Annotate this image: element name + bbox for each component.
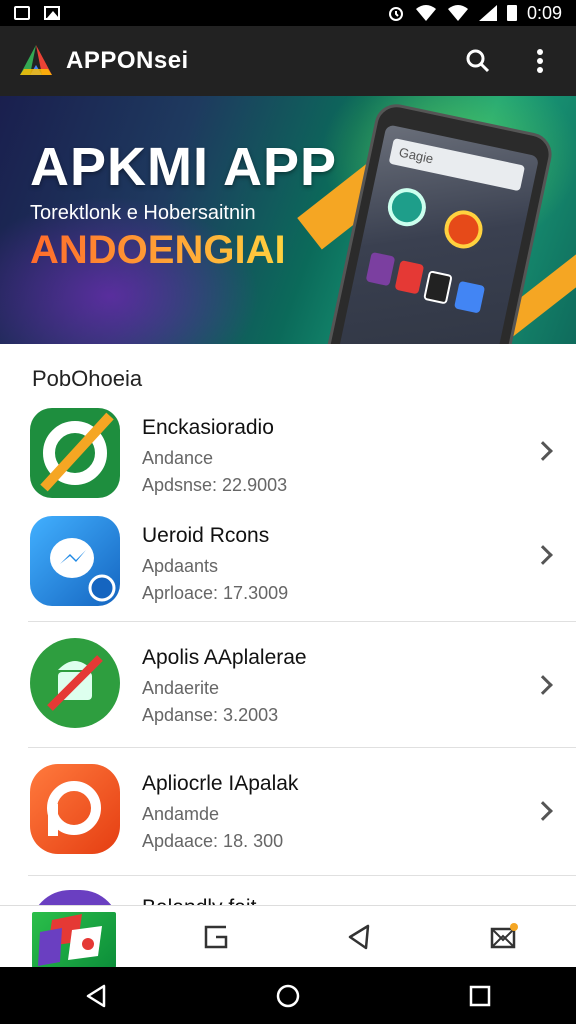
promo-banner[interactable]: APKMI APP Torektlonk e Hobersaitnin ANDO… [0, 96, 576, 344]
banner-headline: ANDOENGIAI [30, 228, 286, 272]
list-item[interactable]: Apliocrle IApalak Andamde Apdaace: 18. 3… [0, 748, 576, 876]
app-name: Apolis AAplalerae [142, 646, 307, 669]
screenshot-icon [14, 6, 30, 20]
recents-button[interactable] [460, 976, 500, 1016]
wifi-icon-2 [447, 5, 468, 21]
home-icon [276, 984, 300, 1007]
app-updated: Aprloace: 17.3009 [142, 583, 289, 603]
tab-thumbnail[interactable] [0, 906, 144, 968]
app-category: Andance [142, 448, 214, 468]
layout-icon [204, 925, 228, 948]
search-icon [466, 49, 490, 73]
slash-green-icon [30, 408, 120, 498]
app-bar: APPONsei [0, 26, 576, 96]
image-icon [44, 6, 60, 20]
app-category: Apdaants [142, 556, 219, 576]
thumbnail-image [32, 911, 116, 968]
screen: 0:09 APPONsei APKMI APP Torektlonk e Hob… [0, 0, 576, 1024]
status-time: 0:09 [526, 2, 562, 23]
chevron-right-icon [533, 801, 553, 821]
banner-title: APKMI APP [30, 137, 338, 197]
system-nav-bar [0, 967, 576, 1024]
wifi-icon [415, 5, 436, 21]
back-icon [86, 984, 106, 1007]
chevron-right-icon [533, 441, 553, 461]
back-button[interactable] [76, 976, 116, 1016]
app-list: Enckasioradio Andance Apdsnse: 22.9003 U… [0, 398, 576, 916]
app-updated: Apdaace: 18. 300 [142, 831, 284, 851]
app-title: APPONsei [66, 47, 189, 74]
bottom-tab-bar [0, 905, 576, 968]
tab-layout[interactable] [144, 906, 288, 968]
chevron-right-icon [533, 675, 553, 695]
app-logo-icon [20, 45, 52, 75]
list-item[interactable]: Enckasioradio Andance Apdsnse: 22.9003 [0, 398, 576, 508]
chevron-right-icon [533, 545, 553, 565]
list-item[interactable]: Ueroid Rcons Apdaants Aprloace: 17.3009 [0, 508, 576, 622]
navigate-icon [348, 924, 370, 949]
signal-icon [478, 5, 497, 21]
battery-icon [506, 5, 517, 21]
messenger-blue-icon [30, 516, 120, 606]
more-options-button[interactable] [522, 43, 558, 79]
home-button[interactable] [268, 976, 308, 1016]
circle-orange-icon [30, 764, 120, 854]
android-no-icon [30, 638, 120, 728]
list-item[interactable]: Apolis AAplalerae Andaerite Apdanse: 3.2… [0, 622, 576, 748]
recents-icon [469, 985, 491, 1006]
app-category: Andamde [142, 804, 220, 824]
app-updated: Apdsnse: 22.9003 [142, 475, 288, 495]
app-name: Ueroid Rcons [142, 524, 270, 547]
tab-notifications[interactable] [432, 906, 576, 968]
section-title: PobOhoeia [32, 366, 143, 391]
tab-navigate[interactable] [288, 906, 432, 968]
status-bar: 0:09 [0, 0, 576, 26]
app-name: Enckasioradio [142, 416, 274, 439]
search-button[interactable] [460, 43, 496, 79]
notifications-icon [490, 922, 518, 948]
app-category: Andaerite [142, 678, 220, 698]
app-name: Apliocrle IApalak [142, 772, 299, 795]
more-vert-icon [537, 49, 543, 73]
app-updated: Apdanse: 3.2003 [142, 705, 279, 725]
banner-subtitle: Torektlonk e Hobersaitnin [30, 202, 256, 224]
alarm-icon [388, 7, 403, 21]
